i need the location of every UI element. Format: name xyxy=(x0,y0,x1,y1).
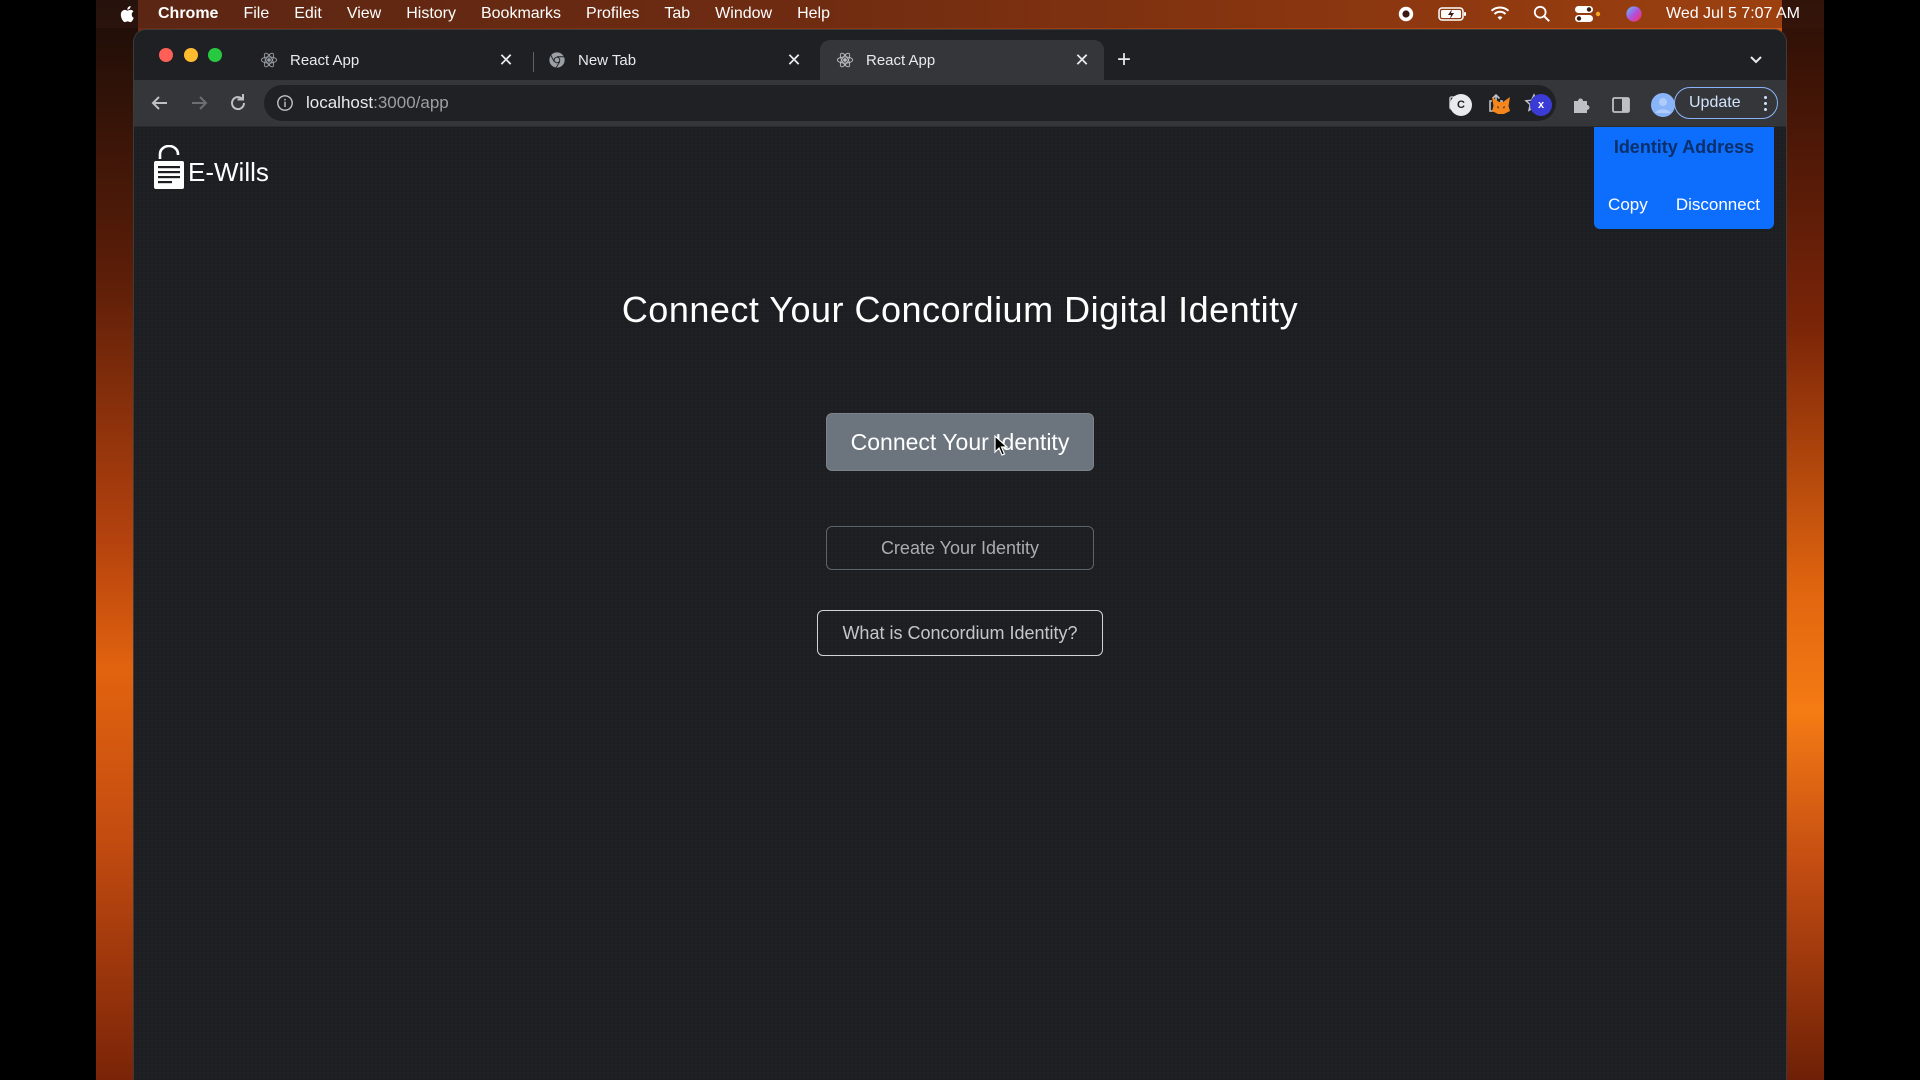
identity-actions: Copy Disconnect xyxy=(1594,195,1774,215)
chrome-update-button[interactable]: Update xyxy=(1674,87,1778,119)
wallpaper-right xyxy=(1782,0,1824,1080)
address-bar[interactable]: localhost:3000/app xyxy=(264,85,1556,121)
minimize-window-button[interactable] xyxy=(184,48,198,62)
menu-bar: Chrome File Edit View History Bookmarks … xyxy=(96,0,1824,28)
tab-react-app-1[interactable]: React App ✕ xyxy=(244,40,528,80)
lock-document-logo-icon xyxy=(154,145,184,189)
update-label: Update xyxy=(1689,94,1741,111)
spotlight-search-icon[interactable] xyxy=(1532,5,1552,23)
screen: Chrome File Edit View History Bookmarks … xyxy=(0,0,1920,1080)
identity-panel: Identity Address Copy Disconnect xyxy=(1594,127,1774,229)
menu-edit[interactable]: Edit xyxy=(294,5,322,23)
page-title: Connect Your Concordium Digital Identity xyxy=(621,289,1299,330)
chevron-down-icon[interactable] xyxy=(1746,50,1766,70)
react-icon xyxy=(260,52,278,68)
more-menu-icon[interactable] xyxy=(1764,95,1767,111)
zoom-window-button[interactable] xyxy=(208,48,222,62)
react-icon xyxy=(836,52,854,68)
url-path: :3000/app xyxy=(373,93,449,112)
url-text: localhost:3000/app xyxy=(306,93,449,113)
mouse-cursor-icon xyxy=(994,435,1008,456)
menu-tab[interactable]: Tab xyxy=(664,5,690,23)
tab-strip: React App ✕ New Tab ✕ React App ✕ + xyxy=(134,30,1786,80)
menu-window[interactable]: Window xyxy=(715,5,772,23)
browser-toolbar: localhost:3000/app C x Update xyxy=(134,80,1786,127)
tab-title: New Tab xyxy=(578,51,637,69)
page-content: E-Wills Identity Address Copy Disconnect… xyxy=(134,127,1786,1080)
chrome-icon xyxy=(549,52,565,68)
screen-record-icon[interactable] xyxy=(1396,5,1416,23)
status-area: Wed Jul 5 7:07 AM xyxy=(1396,5,1824,23)
identity-address-title: Identity Address xyxy=(1613,137,1755,157)
back-arrow-icon[interactable] xyxy=(148,91,172,115)
x-extension-icon[interactable]: x xyxy=(1530,94,1552,116)
close-tab-icon[interactable]: ✕ xyxy=(496,50,516,70)
menu-profiles[interactable]: Profiles xyxy=(586,5,639,23)
copy-address-link[interactable]: Copy xyxy=(1608,195,1648,215)
menu-help[interactable]: Help xyxy=(797,5,830,23)
reload-icon[interactable] xyxy=(226,91,250,115)
puzzle-extensions-icon[interactable] xyxy=(1570,94,1592,116)
profile-avatar-icon[interactable] xyxy=(1650,92,1676,118)
disconnect-link[interactable]: Disconnect xyxy=(1676,195,1760,215)
brand[interactable]: E-Wills xyxy=(152,145,269,191)
brand-name: E-Wills xyxy=(188,156,269,187)
menu-view[interactable]: View xyxy=(347,5,381,23)
siri-icon[interactable] xyxy=(1624,5,1644,23)
tab-title: React App xyxy=(290,51,360,69)
connect-identity-button[interactable]: Connect Your Identity xyxy=(826,413,1094,471)
menu-bar-clock[interactable]: Wed Jul 5 7:07 AM xyxy=(1666,5,1800,23)
side-panel-icon[interactable] xyxy=(1610,94,1632,116)
tab-new-tab[interactable]: New Tab ✕ xyxy=(532,40,816,80)
what-is-identity-button[interactable]: What is Concordium Identity? xyxy=(817,610,1103,656)
battery-icon[interactable] xyxy=(1438,5,1468,23)
metamask-fox-icon[interactable] xyxy=(1490,94,1512,116)
menu-history[interactable]: History xyxy=(406,5,456,23)
menu-file[interactable]: File xyxy=(243,5,269,23)
extensions-area: C x xyxy=(1450,92,1676,118)
close-tab-icon[interactable]: ✕ xyxy=(784,50,804,70)
new-tab-button[interactable]: + xyxy=(1112,48,1136,72)
tab-title: React App xyxy=(866,51,936,69)
menu-app-chrome[interactable]: Chrome xyxy=(158,5,218,23)
control-center-icon[interactable] xyxy=(1574,5,1602,23)
close-window-button[interactable] xyxy=(159,48,173,62)
create-identity-button[interactable]: Create Your Identity xyxy=(826,526,1094,570)
wifi-icon[interactable] xyxy=(1490,5,1510,23)
concordium-extension-icon[interactable]: C xyxy=(1450,94,1472,116)
forward-arrow-icon[interactable] xyxy=(187,91,211,115)
close-tab-icon[interactable]: ✕ xyxy=(1072,50,1092,70)
wallpaper-left xyxy=(96,0,138,1080)
site-info-icon[interactable] xyxy=(276,94,294,112)
url-host: localhost xyxy=(306,93,374,112)
menu-bookmarks[interactable]: Bookmarks xyxy=(481,5,561,23)
apple-icon[interactable] xyxy=(118,4,138,24)
browser-window: React App ✕ New Tab ✕ React App ✕ + loca… xyxy=(134,30,1786,1080)
tab-react-app-active[interactable]: React App ✕ xyxy=(820,40,1104,80)
